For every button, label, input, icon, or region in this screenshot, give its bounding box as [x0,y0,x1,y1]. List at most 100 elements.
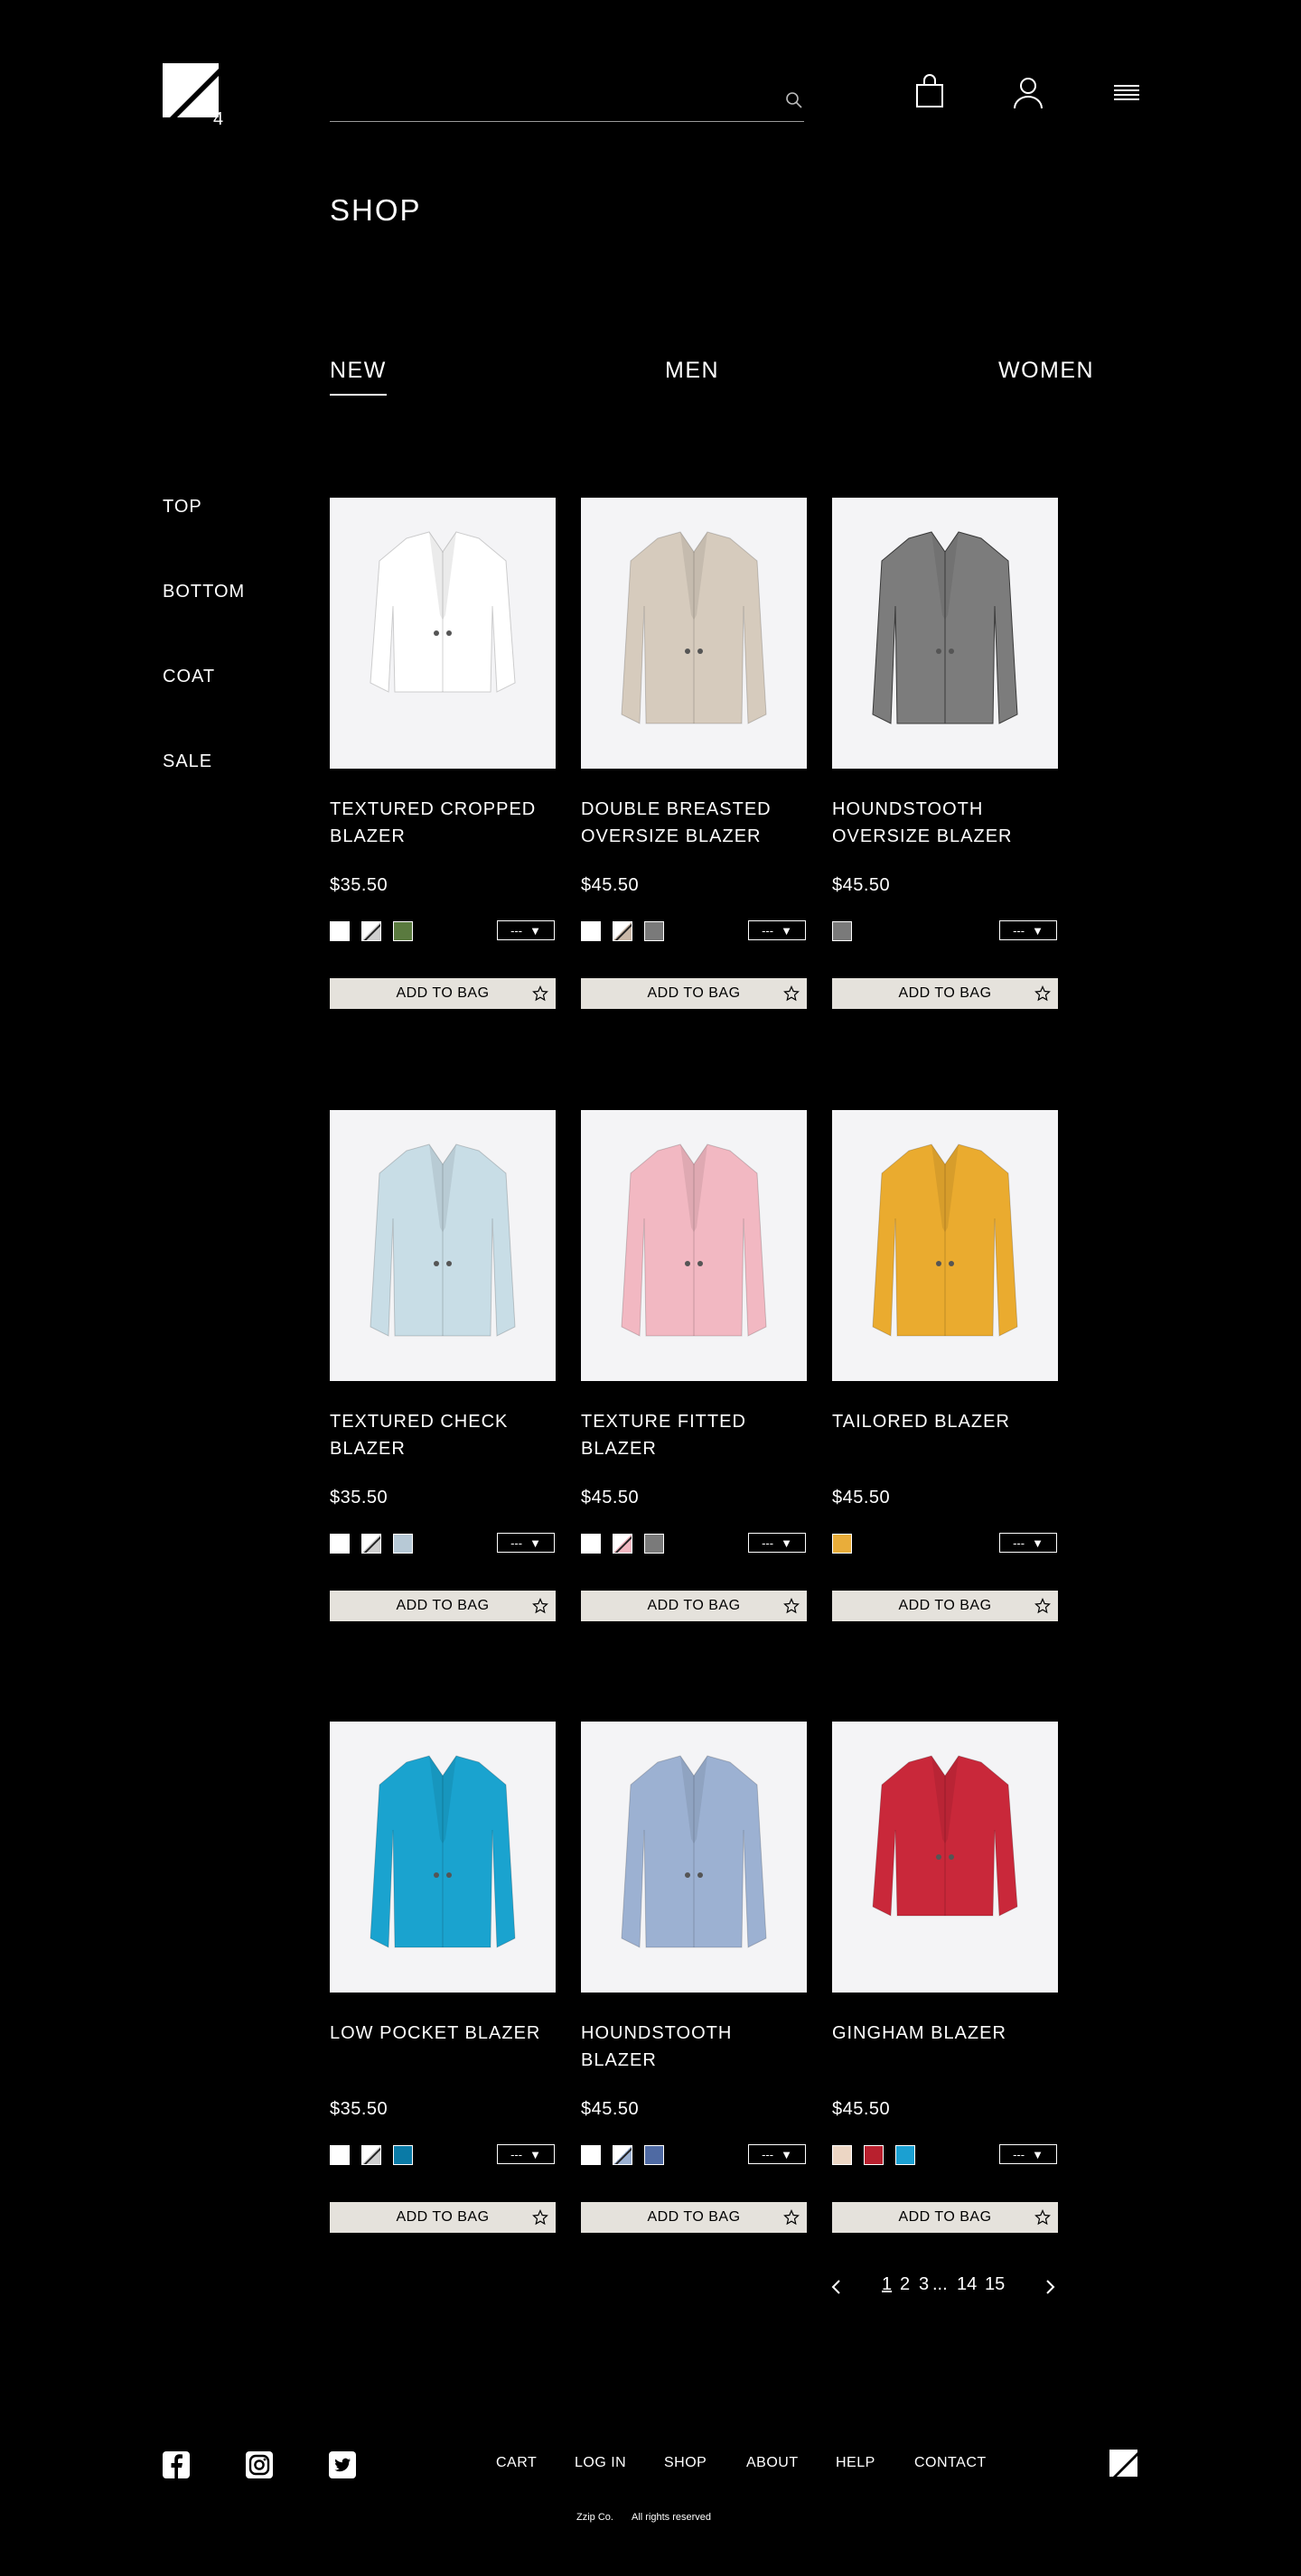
product-card[interactable]: HOUNDSTOOTH BLAZER $45.50 --- ▼ ADD TO B… [581,1722,807,2238]
color-swatch[interactable] [644,2145,664,2165]
search-icon[interactable] [784,90,804,110]
favorite-star-icon[interactable] [532,985,548,1002]
page-link-14[interactable]: 14 [957,2274,977,2295]
facebook-icon[interactable] [163,2451,190,2478]
size-select[interactable]: --- ▼ [497,920,555,940]
size-select[interactable]: --- ▼ [999,2144,1057,2164]
product-image[interactable] [832,1110,1058,1381]
color-swatch[interactable] [581,2145,601,2165]
footer-link-cart[interactable]: CART [496,2455,537,2471]
chevron-right-icon[interactable] [1043,2278,1057,2296]
size-select[interactable]: --- ▼ [999,1533,1057,1553]
color-swatch[interactable] [330,1534,350,1554]
color-swatch[interactable] [361,1534,381,1554]
color-swatch[interactable] [644,1534,664,1554]
product-name[interactable]: TAILORED BLAZER [832,1408,1058,1435]
footer-logo-icon[interactable] [1109,2450,1140,2480]
menu-icon[interactable] [1109,74,1145,110]
product-card[interactable]: HOUNDSTOOTH OVERSIZE BLAZER $45.50 --- ▼… [832,498,1058,1014]
twitter-icon[interactable] [329,2451,356,2478]
add-to-bag-button[interactable]: ADD TO BAG [330,1591,556,1621]
add-to-bag-button[interactable]: ADD TO BAG [581,2202,807,2233]
page-link-3[interactable]: 3 [919,2274,929,2295]
color-swatch[interactable] [330,2145,350,2165]
product-image[interactable] [330,1722,556,1993]
tab-women[interactable]: WOMEN [998,358,1094,384]
product-card[interactable]: TEXTURE FITTED BLAZER $45.50 --- ▼ ADD T… [581,1110,807,1627]
favorite-star-icon[interactable] [532,1598,548,1614]
color-swatch[interactable] [832,921,852,941]
add-to-bag-button[interactable]: ADD TO BAG [581,1591,807,1621]
user-icon[interactable] [1010,74,1046,110]
sidebar-item-top[interactable]: TOP [163,497,202,518]
sidebar-item-sale[interactable]: SALE [163,751,212,772]
color-swatch[interactable] [393,921,413,941]
search-input[interactable] [330,81,763,117]
color-swatch[interactable] [864,2145,884,2165]
product-name[interactable]: HOUNDSTOOTH OVERSIZE BLAZER [832,796,1058,850]
sidebar-item-bottom[interactable]: BOTTOM [163,582,245,602]
instagram-icon[interactable] [246,2451,273,2478]
add-to-bag-button[interactable]: ADD TO BAG [832,2202,1058,2233]
product-card[interactable]: TEXTURED CHECK BLAZER $35.50 --- ▼ ADD T… [330,1110,556,1627]
product-card[interactable]: TEXTURED CROPPED BLAZER $35.50 --- ▼ ADD… [330,498,556,1014]
product-card[interactable]: GINGHAM BLAZER $45.50 --- ▼ ADD TO BAG [832,1722,1058,2238]
tab-new[interactable]: NEW [330,358,387,384]
color-swatch[interactable] [393,2145,413,2165]
color-swatch[interactable] [613,2145,632,2165]
favorite-star-icon[interactable] [783,985,800,1002]
color-swatch[interactable] [330,921,350,941]
product-image[interactable] [330,1110,556,1381]
color-swatch[interactable] [361,921,381,941]
product-image[interactable] [581,1110,807,1381]
brand-logo-icon[interactable]: 4 [163,63,224,129]
favorite-star-icon[interactable] [1034,985,1051,1002]
color-swatch[interactable] [895,2145,915,2165]
footer-link-contact[interactable]: CONTACT [914,2455,987,2471]
add-to-bag-button[interactable]: ADD TO BAG [581,978,807,1009]
add-to-bag-button[interactable]: ADD TO BAG [832,978,1058,1009]
color-swatch[interactable] [581,921,601,941]
product-name[interactable]: TEXTURED CHECK BLAZER [330,1408,556,1462]
color-swatch[interactable] [644,921,664,941]
product-image[interactable] [330,498,556,769]
product-image[interactable] [832,1722,1058,1993]
product-name[interactable]: TEXTURED CROPPED BLAZER [330,796,556,850]
product-name[interactable]: GINGHAM BLAZER [832,2020,1058,2047]
size-select[interactable]: --- ▼ [999,920,1057,940]
favorite-star-icon[interactable] [1034,2209,1051,2226]
favorite-star-icon[interactable] [783,1598,800,1614]
footer-link-about[interactable]: ABOUT [746,2455,799,2471]
color-swatch[interactable] [613,1534,632,1554]
favorite-star-icon[interactable] [1034,1598,1051,1614]
size-select[interactable]: --- ▼ [748,920,806,940]
product-name[interactable]: TEXTURE FITTED BLAZER [581,1408,807,1462]
color-swatch[interactable] [613,921,632,941]
product-name[interactable]: HOUNDSTOOTH BLAZER [581,2020,807,2074]
footer-link-login[interactable]: LOG IN [575,2455,626,2471]
color-swatch[interactable] [361,2145,381,2165]
page-link-1[interactable]: 1 [882,2274,892,2295]
chevron-left-icon[interactable] [829,2278,844,2296]
size-select[interactable]: --- ▼ [748,1533,806,1553]
color-swatch[interactable] [393,1534,413,1554]
favorite-star-icon[interactable] [783,2209,800,2226]
size-select[interactable]: --- ▼ [497,1533,555,1553]
product-card[interactable]: DOUBLE BREASTED OVERSIZE BLAZER $45.50 -… [581,498,807,1014]
product-image[interactable] [581,498,807,769]
color-swatch[interactable] [832,1534,852,1554]
product-name[interactable]: DOUBLE BREASTED OVERSIZE BLAZER [581,796,807,850]
shopping-bag-icon[interactable] [912,74,948,110]
footer-link-help[interactable]: HELP [836,2455,875,2471]
color-swatch[interactable] [832,2145,852,2165]
add-to-bag-button[interactable]: ADD TO BAG [330,978,556,1009]
page-link-15[interactable]: 15 [985,2274,1005,2295]
footer-link-shop[interactable]: SHOP [664,2455,707,2471]
size-select[interactable]: --- ▼ [497,2144,555,2164]
sidebar-item-coat[interactable]: COAT [163,667,215,687]
product-name[interactable]: LOW POCKET BLAZER [330,2020,556,2047]
add-to-bag-button[interactable]: ADD TO BAG [832,1591,1058,1621]
product-card[interactable]: LOW POCKET BLAZER $35.50 --- ▼ ADD TO BA… [330,1722,556,2238]
tab-men[interactable]: MEN [665,358,719,384]
page-link-2[interactable]: 2 [900,2274,910,2295]
